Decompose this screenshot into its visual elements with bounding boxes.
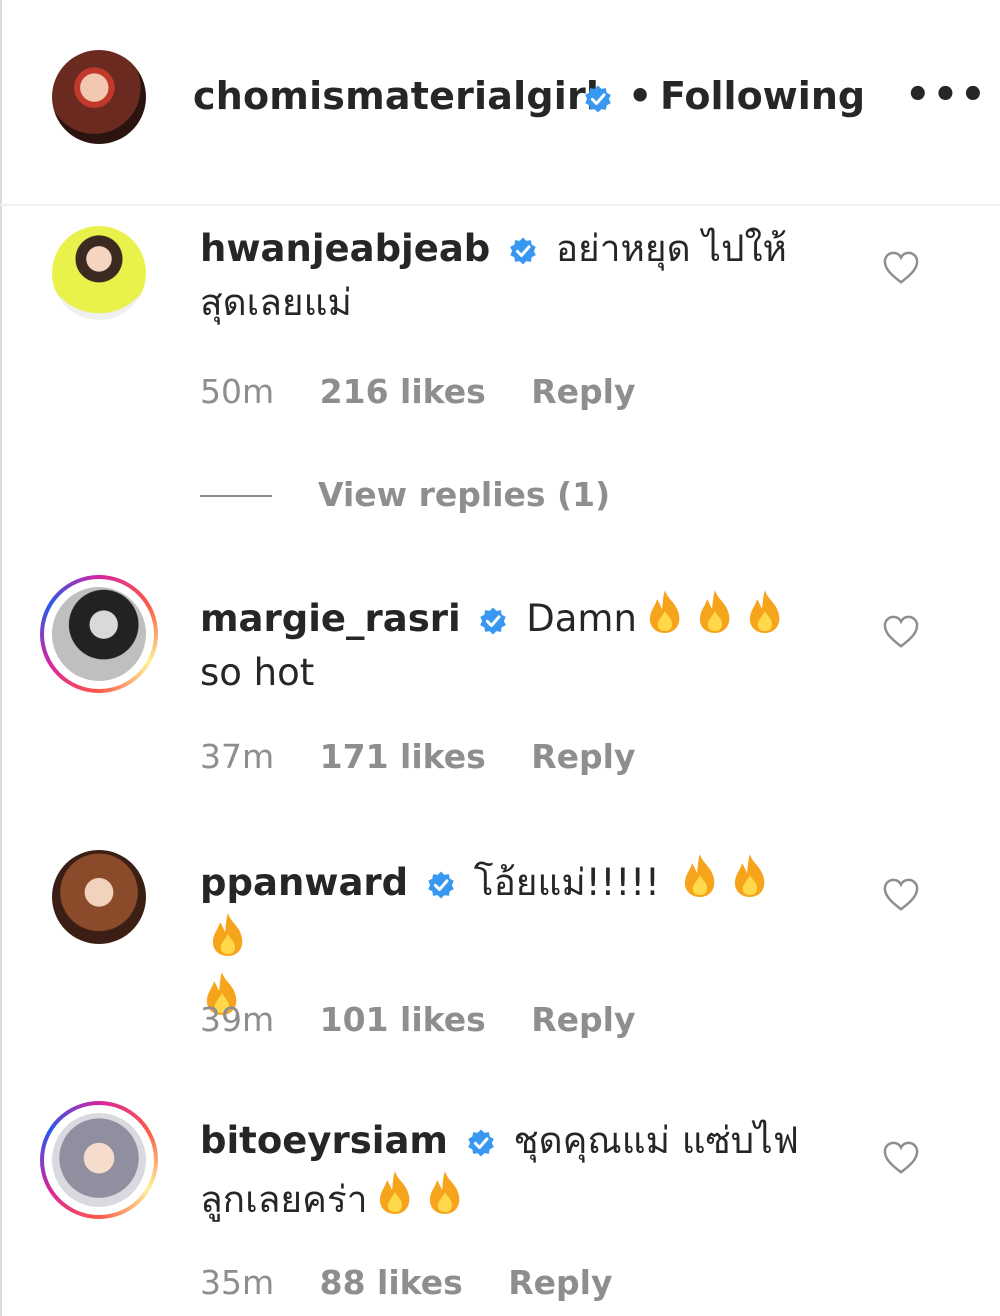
avatar bbox=[52, 226, 146, 320]
comment-time: 50m bbox=[200, 372, 275, 411]
reply-button[interactable]: Reply bbox=[508, 1263, 612, 1302]
separator-dot: • bbox=[628, 74, 653, 118]
comment-body-continued: so hot bbox=[200, 651, 315, 694]
comment-body: โอ้ยแม่!!!!! bbox=[473, 861, 660, 904]
commenter-avatar[interactable] bbox=[40, 838, 158, 956]
comment-username[interactable]: bitoeyrsiam bbox=[200, 1119, 448, 1162]
fire-emoji-icon bbox=[423, 1168, 467, 1216]
comment-likes[interactable]: 101 likes bbox=[320, 1000, 486, 1039]
commenter-avatar[interactable] bbox=[40, 214, 158, 332]
comment-meta: 35m 88 likes Reply bbox=[200, 1263, 647, 1302]
fire-emoji-icon bbox=[693, 587, 737, 635]
fire-emoji-icon bbox=[743, 587, 787, 635]
verified-badge-icon bbox=[478, 606, 508, 636]
avatar bbox=[52, 1113, 146, 1207]
following-button[interactable]: Following bbox=[660, 74, 865, 118]
verified-badge-icon bbox=[466, 1128, 496, 1158]
comment-meta: 39m 101 likes Reply bbox=[200, 1000, 669, 1039]
avatar bbox=[52, 587, 146, 681]
fire-emoji-icon bbox=[728, 851, 772, 899]
heart-outline-icon[interactable] bbox=[882, 250, 920, 286]
divider-line bbox=[200, 495, 272, 497]
fire-emoji-icon bbox=[373, 1168, 417, 1216]
post-header: chomismaterialgirl • Following ••• bbox=[0, 0, 1000, 206]
commenter-avatar[interactable] bbox=[40, 1101, 158, 1219]
comment-likes[interactable]: 216 likes bbox=[320, 372, 486, 411]
comment-username[interactable]: ppanward bbox=[200, 861, 408, 904]
comment-text: margie_rasri Damn so hot bbox=[200, 587, 810, 700]
fire-emoji-icon bbox=[206, 910, 250, 958]
verified-badge-icon bbox=[583, 84, 613, 114]
header-username[interactable]: chomismaterialgirl bbox=[193, 74, 599, 118]
reply-button[interactable]: Reply bbox=[531, 1000, 635, 1039]
fire-emoji-icon bbox=[678, 851, 722, 899]
avatar[interactable] bbox=[52, 50, 146, 144]
comment-likes[interactable]: 171 likes bbox=[320, 737, 486, 776]
comment-meta: 50m 216 likes Reply bbox=[200, 372, 669, 411]
avatar bbox=[52, 850, 146, 944]
more-options-icon[interactable]: ••• bbox=[905, 75, 988, 115]
comment-meta: 37m 171 likes Reply bbox=[200, 737, 669, 776]
reply-button[interactable]: Reply bbox=[531, 737, 635, 776]
comment-text: bitoeyrsiam ชุดคุณแม่ แซ่บไฟลูกเลยคร่า bbox=[200, 1114, 810, 1227]
comment-username[interactable]: hwanjeabjeab bbox=[200, 227, 490, 270]
commenter-avatar[interactable] bbox=[40, 575, 158, 693]
fire-emoji-icon bbox=[643, 587, 687, 635]
verified-badge-icon bbox=[508, 236, 538, 266]
comment-likes[interactable]: 88 likes bbox=[320, 1263, 463, 1302]
heart-outline-icon[interactable] bbox=[882, 877, 920, 913]
comment-time: 35m bbox=[200, 1263, 275, 1302]
comment-time: 39m bbox=[200, 1000, 275, 1039]
heart-outline-icon[interactable] bbox=[882, 614, 920, 650]
comment-time: 37m bbox=[200, 737, 275, 776]
comment-body: Damn bbox=[526, 597, 637, 640]
comment-text: hwanjeabjeab อย่าหยุด ไปให้สุดเลยแม่ bbox=[200, 222, 810, 330]
heart-outline-icon[interactable] bbox=[882, 1140, 920, 1176]
view-replies-button[interactable]: View replies (1) bbox=[318, 475, 610, 514]
reply-button[interactable]: Reply bbox=[531, 372, 635, 411]
comment-username[interactable]: margie_rasri bbox=[200, 597, 461, 640]
verified-badge-icon bbox=[426, 870, 456, 900]
